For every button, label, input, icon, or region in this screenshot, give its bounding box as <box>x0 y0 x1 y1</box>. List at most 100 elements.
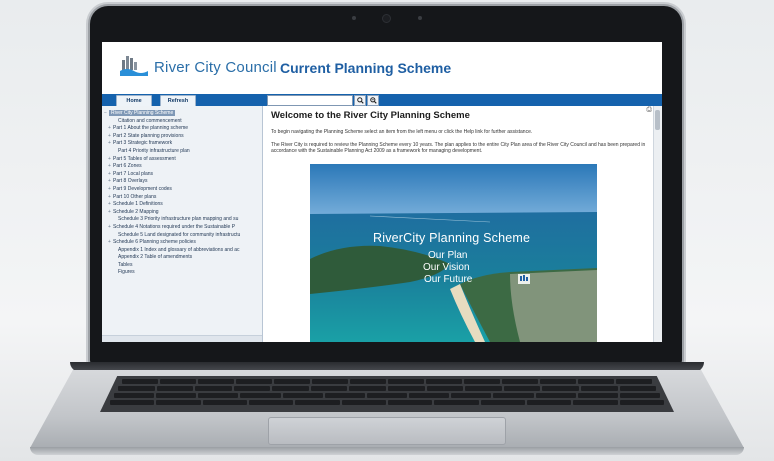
keyboard-key <box>573 400 618 405</box>
tree-item-label: Schedule 3 Priority infrastructure plan … <box>118 216 239 223</box>
tree-item[interactable]: + Part 6 Zones <box>102 163 262 171</box>
hero-line: Our Future <box>424 274 473 285</box>
keyboard-key <box>236 379 272 384</box>
tree-item-label: Part 4 Priority infrastructure plan <box>118 147 190 154</box>
tree-item[interactable]: + Part 9 Development codes <box>102 186 262 194</box>
tree-item[interactable]: Tables <box>102 262 262 270</box>
keyboard-key <box>349 386 387 391</box>
keyboard-key <box>233 386 271 391</box>
tree-item[interactable]: + Part 7 Local plans <box>102 171 262 179</box>
tree-item[interactable]: + Part 2 State planning provisions <box>102 133 262 141</box>
hero-title: RiverCity Planning Scheme <box>373 231 531 245</box>
tree-item-label: Part 1 About the planning scheme <box>113 125 189 132</box>
keyboard-key <box>493 393 534 398</box>
tree-item[interactable]: + Schedule 6 Planning scheme policies <box>102 239 262 247</box>
keyboard-key <box>540 379 576 384</box>
tree-item[interactable]: + Part 10 Other plans <box>102 194 262 202</box>
keyboard-key <box>387 400 433 405</box>
keyboard-key <box>426 379 462 384</box>
keyboard-key <box>324 393 365 398</box>
tree-item-label: Citation and commencement <box>118 117 182 124</box>
keyboard-key <box>312 379 348 384</box>
keyboard-key <box>272 386 309 391</box>
keyboard-key <box>526 400 572 405</box>
tree-item-label: Figures <box>118 269 135 276</box>
keyboard-key <box>350 379 386 384</box>
keyboard-key <box>240 393 281 398</box>
keyboard-key <box>122 379 158 384</box>
site-header: River City Council Current Planning Sche… <box>102 42 662 94</box>
hero-line: Our Plan <box>428 250 468 261</box>
keyboard-key <box>535 393 576 398</box>
print-icon[interactable]: ⎙ <box>646 106 652 114</box>
tree-item[interactable]: Schedule 5 Land designated for community… <box>102 232 262 240</box>
keyboard-key <box>388 379 424 384</box>
tree-item-label: Part 5 Tables of assessment <box>113 155 176 162</box>
keyboard-key <box>310 386 348 391</box>
keyboard-key <box>156 400 201 405</box>
contents-tree: − River City Planning Scheme Citation and … <box>102 106 262 277</box>
council-logo-text[interactable]: River City Council <box>154 59 277 76</box>
top-nav-bar: Home Refresh <box>102 94 662 107</box>
keyboard-key <box>480 400 525 405</box>
keyboard-key <box>503 386 541 391</box>
keyboard-key <box>580 386 618 391</box>
sensor-dot <box>352 16 356 20</box>
tree-item[interactable]: + Part 1 About the planning scheme <box>102 125 262 133</box>
tree-item[interactable]: + Part 5 Tables of assessment <box>102 156 262 164</box>
tree-item-label: Appendix 2 Table of amendments <box>118 254 193 261</box>
tree-item[interactable]: Part 4 Priority infrastructure plan <box>102 148 262 156</box>
keyboard-key <box>282 393 323 398</box>
keyboard-key <box>341 400 386 405</box>
tree-item[interactable]: Citation and commencement <box>102 118 262 126</box>
tree-item[interactable]: Schedule 3 Priority infrastructure plan … <box>102 216 262 224</box>
advanced-search-icon <box>369 97 377 104</box>
tree-item-label: Schedule 2 Mapping <box>113 208 159 215</box>
search-button[interactable] <box>354 95 366 106</box>
tree-item-label: Part 7 Local plans <box>113 170 154 177</box>
scrollbar-thumb[interactable] <box>655 110 660 130</box>
tree-item[interactable]: Appendix 1 Index and glossary of abbrevi… <box>102 247 262 255</box>
key-row <box>110 400 664 405</box>
sensor-dot <box>418 16 422 20</box>
main-content: ⎙ Welcome to the River City Planning Sch… <box>263 106 654 342</box>
tree-item[interactable]: − River City Planning Scheme <box>102 110 262 118</box>
main-vertical-scrollbar[interactable] <box>653 106 662 342</box>
tree-item-label: Schedule 6 Planning scheme policies <box>113 239 196 246</box>
keyboard-key <box>578 379 614 384</box>
welcome-heading: Welcome to the River City Planning Schem… <box>271 110 470 121</box>
tree-item[interactable]: Figures <box>102 269 262 277</box>
tree-item[interactable]: + Schedule 1 Definitions <box>102 201 262 209</box>
tree-item-label: Part 6 Zones <box>113 163 142 170</box>
tree-item[interactable]: + Schedule 2 Mapping <box>102 209 262 217</box>
sidebar-horizontal-scrollbar[interactable] <box>102 335 262 342</box>
advanced-search-button[interactable] <box>367 95 379 106</box>
magnifier-icon <box>356 97 364 104</box>
search-input[interactable] <box>267 95 353 106</box>
tree-item-label: Part 8 Overlays <box>113 178 148 185</box>
tree-item-label: Schedule 1 Definitions <box>113 201 163 208</box>
hero-banner-image: RiverCity Planning Scheme Our Plan Our V… <box>310 164 597 342</box>
keyboard-key <box>156 393 197 398</box>
keyboard-key <box>366 393 408 398</box>
browser-screen: River City Council Current Planning Sche… <box>102 42 662 342</box>
keyboard-key <box>388 386 425 391</box>
keyboard-key <box>616 379 652 384</box>
tree-item[interactable]: + Part 3 Strategic framework <box>102 140 262 148</box>
keyboard-key <box>619 393 661 398</box>
tree-item-label: Schedule 5 Land designated for community… <box>118 231 241 238</box>
tree-item-label: Schedule 4 Notations required under the … <box>113 223 236 230</box>
keyboard-key <box>577 393 618 398</box>
key-row <box>118 386 657 391</box>
keyboard-key <box>295 400 340 405</box>
hero-line: Our Vision <box>423 262 470 273</box>
keyboard-key <box>198 379 234 384</box>
tree-item[interactable]: Appendix 2 Table of amendments <box>102 254 262 262</box>
tree-item-label: Part 2 State planning provisions <box>113 132 184 139</box>
keyboard-key <box>114 393 155 398</box>
body-paragraph: The River City is required to review the… <box>271 142 646 155</box>
tree-item[interactable]: + Part 8 Overlays <box>102 178 262 186</box>
keyboard-key <box>198 393 239 398</box>
tree-item[interactable]: + Schedule 4 Notations required under the… <box>102 224 262 232</box>
tree-item-label: Appendix 1 Index and glossary of abbrevi… <box>118 246 240 253</box>
